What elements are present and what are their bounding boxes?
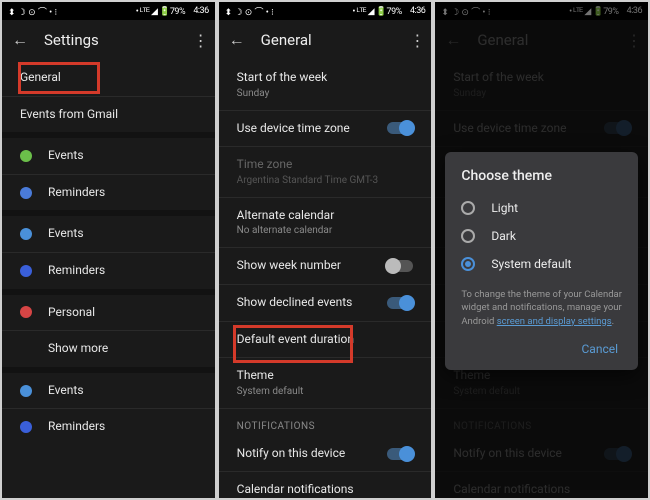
setting-show-week-number[interactable]: Show week number	[219, 248, 432, 285]
calendar-color-dot	[20, 265, 32, 277]
radio-unchecked-icon	[461, 229, 475, 243]
calendar-color-dot	[20, 150, 32, 162]
status-bar: ⬍ ☽ ⊙ ⌒ • ⁝ • ᴸᵀᴱ ◢ 🔋79% 4:36	[2, 2, 215, 20]
settings-link[interactable]: screen and display settings	[497, 316, 612, 327]
calendar-item[interactable]: Reminders	[2, 409, 215, 445]
calendar-color-dot	[20, 228, 32, 240]
setting-time-zone: Time zoneArgentina Standard Time GMT-3	[219, 147, 432, 198]
calendar-color-dot	[20, 421, 32, 433]
setting-show-declined[interactable]: Show declined events	[219, 285, 432, 322]
theme-dialog: Choose theme Light Dark System default T…	[445, 152, 638, 370]
setting-theme[interactable]: ThemeSystem default	[219, 358, 432, 409]
app-bar: ← General ⋮	[219, 20, 432, 60]
toggle-off[interactable]	[387, 260, 413, 272]
theme-option-light[interactable]: Light	[461, 194, 622, 222]
section-header-notifications: NOTIFICATIONS	[219, 409, 432, 436]
screen-general: ⬍ ☽ ⊙ ⌒ • ⁝ • ᴸᵀᴱ ◢ 🔋79% 4:36 ← General …	[219, 2, 432, 498]
back-icon[interactable]: ←	[229, 30, 247, 50]
setting-default-duration[interactable]: Default event duration	[219, 322, 432, 359]
theme-option-dark[interactable]: Dark	[461, 222, 622, 250]
screen-settings: ⬍ ☽ ⊙ ⌒ • ⁝ • ᴸᵀᴱ ◢ 🔋79% 4:36 ← Settings…	[2, 2, 215, 498]
page-title: General	[261, 31, 410, 49]
setting-use-device-tz[interactable]: Use device time zone	[219, 111, 432, 148]
page-title: Settings	[44, 31, 193, 49]
radio-checked-icon	[461, 257, 475, 271]
cancel-button[interactable]: Cancel	[577, 336, 622, 362]
toggle-on[interactable]	[387, 448, 413, 460]
calendar-color-dot	[20, 385, 32, 397]
more-icon[interactable]: ⋮	[409, 31, 421, 50]
toggle-on[interactable]	[387, 122, 413, 134]
setting-calendar-notifications[interactable]: Calendar notifications	[219, 472, 432, 498]
calendar-color-dot	[20, 187, 32, 199]
show-more[interactable]: Show more	[2, 331, 215, 373]
more-icon[interactable]: ⋮	[193, 31, 205, 50]
settings-item-events-gmail[interactable]: Events from Gmail	[2, 97, 215, 139]
calendar-item[interactable]: Events	[2, 138, 215, 175]
back-icon[interactable]: ←	[12, 30, 30, 50]
calendar-item[interactable]: Reminders	[2, 175, 215, 217]
app-bar: ← Settings ⋮	[2, 20, 215, 60]
dialog-note: To change the theme of your Calendar wid…	[461, 288, 622, 328]
toggle-on[interactable]	[387, 297, 413, 309]
theme-option-system[interactable]: System default	[461, 250, 622, 278]
calendar-item[interactable]: Personal	[2, 295, 215, 332]
calendar-item[interactable]: Events	[2, 216, 215, 253]
calendar-item[interactable]: Reminders	[2, 253, 215, 295]
setting-start-of-week[interactable]: Start of the weekSunday	[219, 60, 432, 111]
calendar-color-dot	[20, 306, 32, 318]
calendar-item[interactable]: Events	[2, 373, 215, 410]
setting-alternate-calendar[interactable]: Alternate calendarNo alternate calendar	[219, 198, 432, 249]
settings-item-general[interactable]: General	[2, 60, 215, 97]
screen-theme-dialog: ⬍ ☽ ⊙ ⌒ • ⁝ • ᴸᵀᴱ ◢ 🔋79% 4:36 ← General …	[435, 2, 648, 498]
dialog-title: Choose theme	[461, 168, 622, 184]
setting-notify-device[interactable]: Notify on this device	[219, 436, 432, 473]
status-bar: ⬍ ☽ ⊙ ⌒ • ⁝ • ᴸᵀᴱ ◢ 🔋79% 4:36	[219, 2, 432, 20]
radio-unchecked-icon	[461, 201, 475, 215]
